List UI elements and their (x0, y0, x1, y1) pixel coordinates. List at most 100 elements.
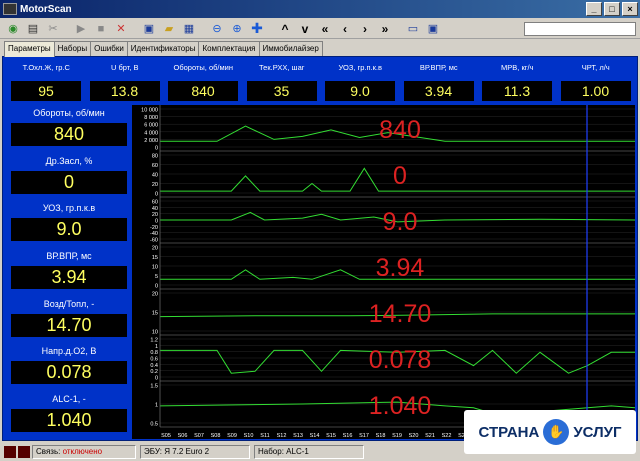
param-label: УОЗ, гр.п.к.в (338, 63, 383, 72)
channel-air-fuel[interactable]: Возд/Топл, - 14.70 (7, 296, 131, 344)
axis-tick-label: 6 000 (144, 123, 158, 129)
param-fuel-flow: ЧРТ, л/ч 1.00 (557, 61, 636, 103)
channel-injection-time[interactable]: ВР.ВПР, мс 3.94 (7, 248, 131, 296)
channel-ignition-angle[interactable]: УОЗ, гр.п.к.в 9.0 (7, 200, 131, 248)
channel-label: Обороты, об/мин (33, 108, 105, 118)
axis-tick-label: 0 (155, 284, 158, 290)
channel-label: Возд/Топл, - (43, 298, 95, 309)
axis-tick-label: 8 000 (144, 115, 158, 121)
status-link-value: отключено (62, 446, 103, 456)
time-tick-label: S07 (194, 433, 204, 439)
axis-tick-label: 4 000 (144, 130, 158, 136)
connect-icon[interactable]: ◉ (4, 21, 22, 37)
time-tick-label: S16 (343, 433, 353, 439)
window-layout-icon[interactable]: ▭ (404, 21, 422, 37)
overlay-value: 840 (379, 116, 421, 144)
jump-end-icon[interactable]: » (376, 21, 394, 37)
time-tick-label: S05 (161, 433, 171, 439)
close-button[interactable]: × (622, 2, 638, 16)
tab-identifiers[interactable]: Идентификаторы (126, 41, 200, 56)
toolbar-separator (132, 21, 138, 37)
time-tick-label: S10 (244, 433, 254, 439)
axis-tick-label: 10 000 (141, 108, 158, 114)
printer-icon[interactable]: ▤ (24, 21, 42, 37)
param-label: Т.Охл.Ж, гр.С (22, 63, 70, 72)
axis-tick-label: 1.5 (150, 384, 158, 390)
axis-tick-label: 80 (152, 154, 158, 160)
step-forward-icon[interactable]: › (356, 21, 374, 37)
tab-strip: Параметры Наборы Ошибки Идентификаторы К… (4, 41, 323, 57)
axis-tick-label: 20 (152, 246, 158, 252)
param-value: 13.8 (89, 81, 160, 101)
channel-throttle[interactable]: Др.Засл, % 0 (7, 153, 131, 201)
channel-label: Др.Засл, % (45, 155, 93, 166)
scroll-down-icon[interactable]: v (296, 21, 314, 37)
axis-tick-label: 10 (152, 330, 158, 336)
jump-start-icon[interactable]: « (316, 21, 334, 37)
channel-label: УОЗ, гр.п.к.в (42, 203, 96, 214)
channel-alc[interactable]: ALC-1, - 1.040 (7, 391, 131, 439)
time-tick-label: S17 (359, 433, 369, 439)
open-folder-icon[interactable]: ▰ (160, 21, 178, 37)
overlay-value: 3.94 (376, 254, 425, 282)
maximize-button[interactable]: □ (604, 2, 620, 16)
axis-tick-label: 0 (155, 192, 158, 198)
play-icon[interactable]: ▶ (72, 21, 90, 37)
param-label: ЧРТ, л/ч (581, 63, 610, 72)
scroll-up-icon[interactable]: ^ (276, 21, 294, 37)
param-label: U брт, В (110, 63, 139, 72)
status-link: Связь: отключено (32, 444, 136, 459)
param-value: 9.0 (325, 81, 395, 101)
overlay-value: 9.0 (383, 208, 418, 236)
tab-sets[interactable]: Наборы (53, 41, 92, 56)
axis-tick-label: 1 (155, 403, 158, 409)
param-ignition-angle: УОЗ, гр.п.к.в 9.0 (321, 61, 400, 103)
axis-tick-label: 5 (155, 274, 158, 280)
clear-icon[interactable]: ✕ (112, 21, 130, 37)
axis-tick-label: 0.2 (150, 369, 158, 375)
axis-tick-label: 0 (155, 219, 158, 225)
channel-value: 14.70 (11, 313, 127, 337)
time-tick-label: S20 (409, 433, 419, 439)
zoom-in-icon[interactable]: ⊕ (228, 21, 246, 37)
overlay-value: 0 (393, 162, 407, 190)
step-back-icon[interactable]: ‹ (336, 21, 354, 37)
param-coolant-temp: Т.Охл.Ж, гр.С 95 (7, 61, 86, 103)
tools-icon[interactable]: ✂ (44, 21, 62, 37)
status-icon (18, 445, 30, 458)
toolbar-separator (64, 21, 70, 37)
time-tick-label: S19 (392, 433, 402, 439)
axis-tick-label: 0 (155, 376, 158, 382)
stop-icon[interactable]: ■ (92, 21, 110, 37)
watermark-right-text: УСЛУГ (573, 423, 622, 441)
zoom-out-icon[interactable]: ⊖ (208, 21, 226, 37)
axis-tick-label: 0.5 (150, 422, 158, 428)
tab-parameters[interactable]: Параметры (4, 41, 55, 57)
axis-tick-label: 2 000 (144, 138, 158, 144)
overlay-value: 1.040 (369, 392, 432, 420)
report-icon[interactable]: ▦ (180, 21, 198, 37)
window-tile-icon[interactable]: ▣ (424, 21, 442, 37)
param-injection-time: ВР.ВПР, мс 3.94 (400, 61, 479, 103)
tab-errors[interactable]: Ошибки (90, 41, 128, 56)
parameter-header-row: Т.Охл.Ж, гр.С 95 U брт, В 13.8 Обороты, … (7, 61, 635, 103)
minimize-button[interactable]: _ (586, 2, 602, 16)
channel-o2-voltage[interactable]: Напр.д.О2, В 0.078 (7, 343, 131, 391)
toolbar-separator (396, 21, 402, 37)
toolbar-input[interactable] (524, 21, 636, 36)
axis-tick-label: 15 (152, 311, 158, 317)
param-value: 3.94 (403, 81, 474, 101)
overlay-value: 0.078 (369, 346, 432, 374)
channel-rpm[interactable]: Обороты, об/мин 840 (7, 105, 131, 153)
axis-tick-label: 40 (152, 173, 158, 179)
tab-equipment[interactable]: Комплектация (198, 41, 260, 56)
trend-chart[interactable]: 10 000 8 000 6 000 4 000 2 000 0 840 80 60 40 20 0 0… (132, 105, 635, 439)
status-ecu-label: ЭБУ: (144, 446, 162, 456)
add-icon[interactable]: ✚ (248, 20, 266, 37)
tab-immobilizer[interactable]: Иммобилайзер (258, 41, 323, 56)
param-label: МРВ, кг/ч (501, 63, 534, 72)
channel-list: Обороты, об/мин 840 Др.Засл, % 0 УОЗ, гр… (7, 105, 131, 439)
axis-tick-label: 10 (152, 265, 158, 271)
save-icon[interactable]: ▣ (140, 21, 158, 37)
toolbar-separator (268, 21, 274, 37)
